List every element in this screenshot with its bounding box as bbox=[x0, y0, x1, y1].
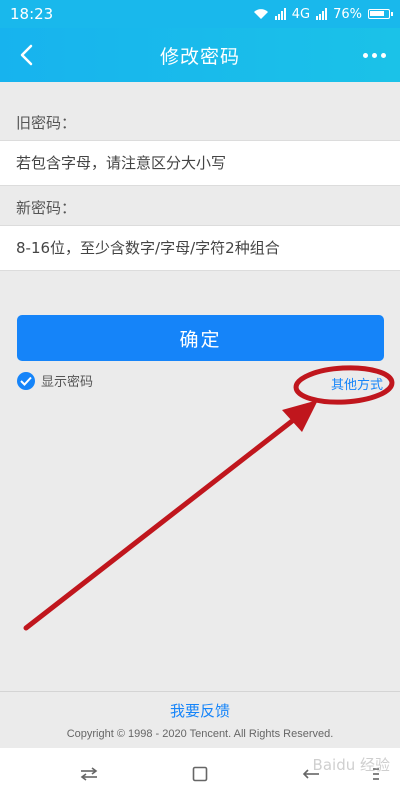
feedback-link[interactable]: 我要反馈 bbox=[0, 700, 400, 721]
status-bar: 18:23 4G 76% bbox=[0, 0, 400, 28]
network-type: 4G bbox=[291, 6, 311, 22]
other-methods-link[interactable]: 其他方式 bbox=[331, 374, 383, 393]
copyright-text: Copyright © 1998 - 2020 Tencent. All Rig… bbox=[66, 728, 334, 740]
page-title: 修改密码 bbox=[159, 45, 240, 68]
confirm-button[interactable]: 确定 bbox=[17, 315, 384, 361]
signal-icon bbox=[316, 8, 328, 20]
check-icon bbox=[17, 371, 35, 390]
new-password-field-row bbox=[0, 225, 400, 271]
annotation-arrow-line bbox=[23, 415, 299, 631]
status-icons: 4G 76% bbox=[253, 6, 393, 22]
watermark: Baidu 经验 bbox=[312, 756, 390, 774]
old-password-input[interactable] bbox=[0, 141, 400, 185]
battery-icon bbox=[368, 9, 393, 19]
show-password-label: 显示密码 bbox=[41, 375, 94, 390]
show-password-toggle[interactable]: 显示密码 bbox=[17, 371, 93, 390]
nav-home-icon bbox=[192, 766, 208, 782]
old-password-field-row bbox=[0, 140, 400, 186]
more-button[interactable] bbox=[356, 37, 392, 73]
battery-percent: 76% bbox=[333, 6, 362, 22]
back-arrow-icon bbox=[20, 44, 33, 66]
nav-switch-icon bbox=[80, 767, 98, 781]
nav-switch-button[interactable] bbox=[74, 762, 104, 786]
footer-divider bbox=[0, 691, 400, 692]
nav-home-button[interactable] bbox=[185, 762, 215, 786]
new-password-label: 新密码： bbox=[16, 199, 77, 217]
old-password-label: 旧密码： bbox=[16, 114, 77, 132]
back-button[interactable] bbox=[8, 37, 44, 73]
signal-icon bbox=[274, 8, 286, 20]
more-icon bbox=[362, 52, 368, 58]
new-password-input[interactable] bbox=[0, 226, 400, 270]
title-bar: 修改密码 bbox=[0, 28, 400, 82]
wifi-icon bbox=[253, 9, 268, 19]
status-time: 18:23 bbox=[10, 5, 54, 23]
annotation-arrow-head bbox=[282, 400, 318, 432]
